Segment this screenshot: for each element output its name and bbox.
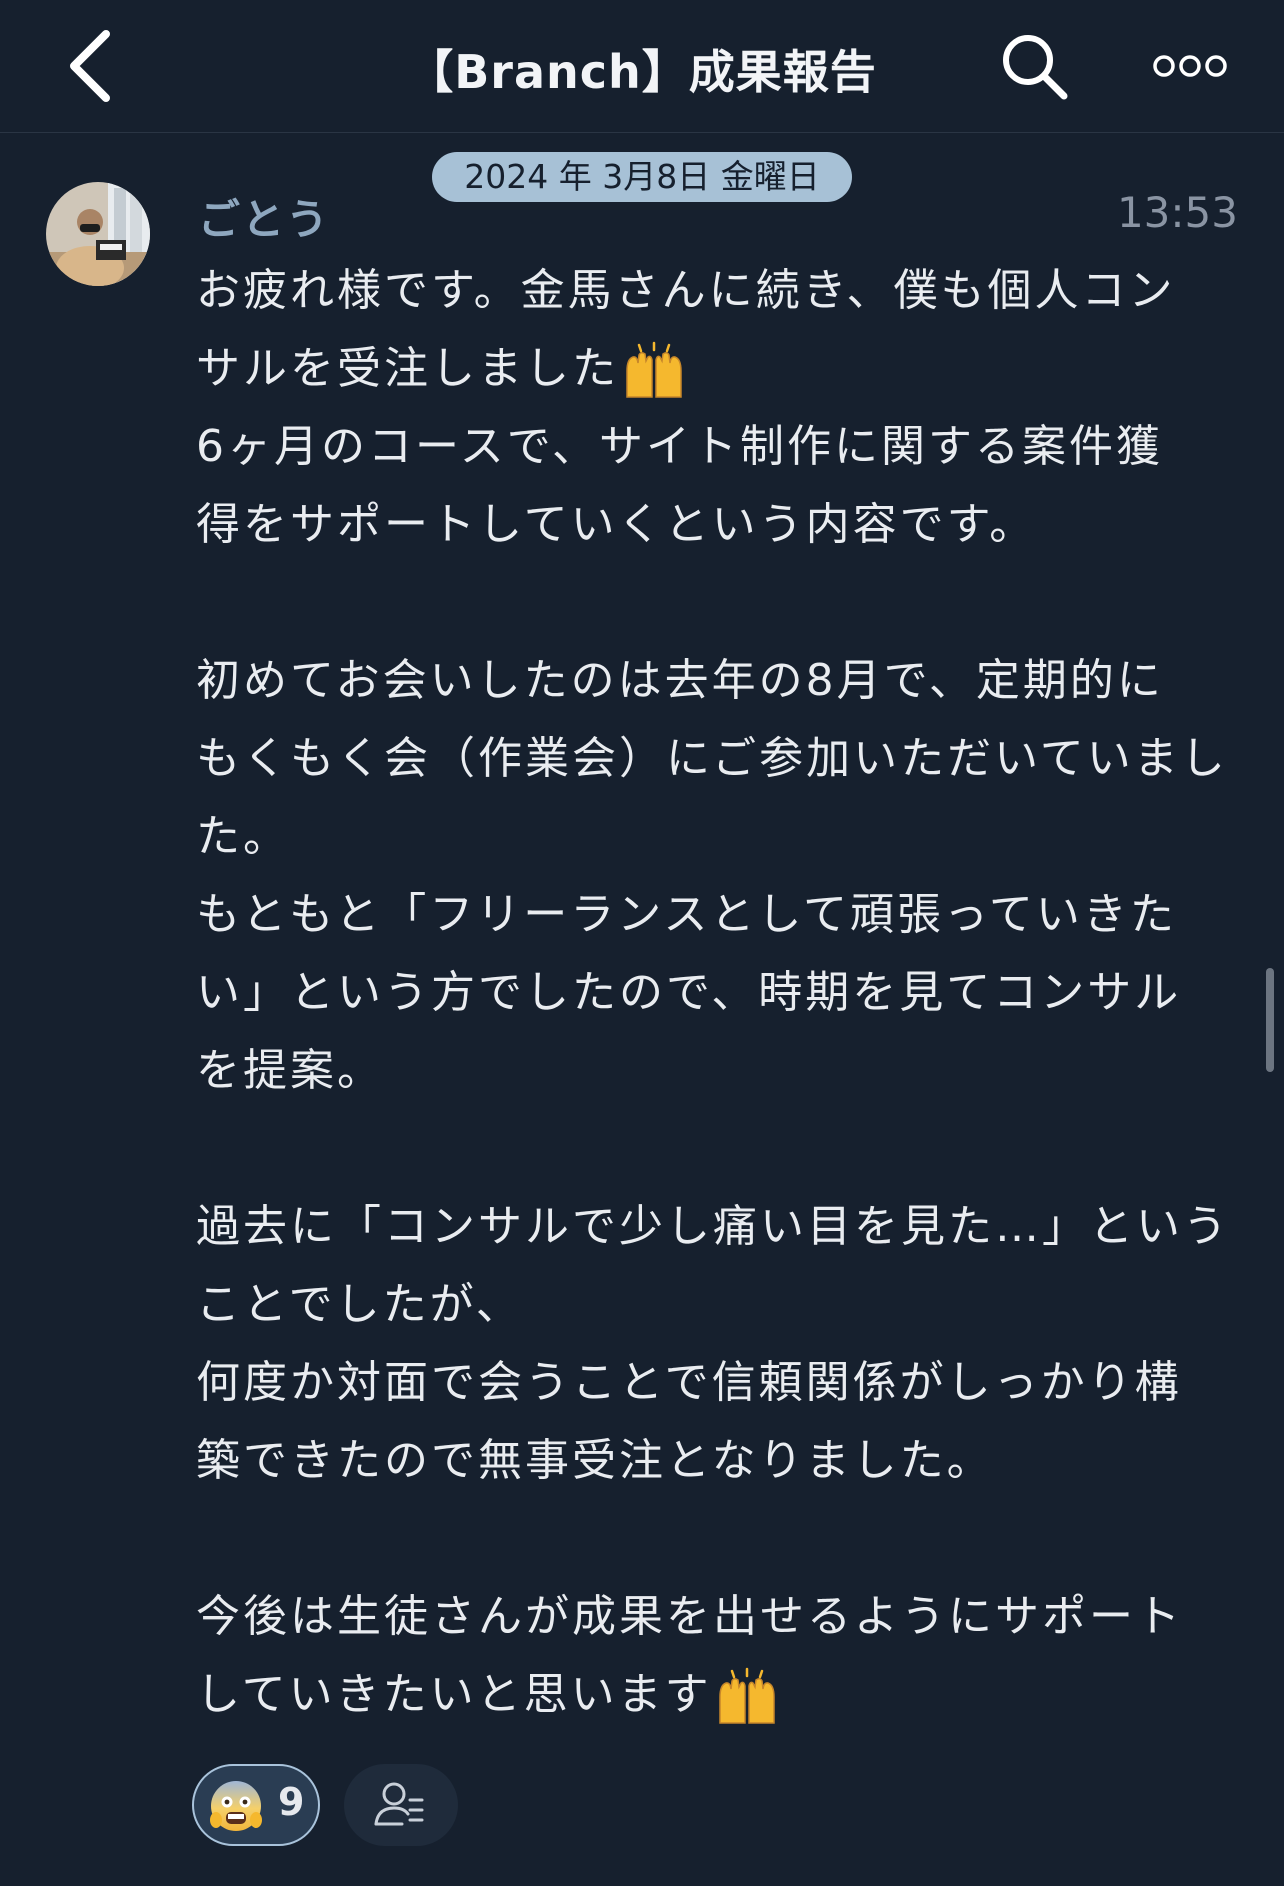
message-line: していきたいと思います bbox=[196, 1656, 1226, 1734]
top-bar: 【Branch】成果報告 bbox=[0, 0, 1284, 133]
raising-hands-icon bbox=[626, 341, 682, 398]
message-line: た。 bbox=[196, 811, 290, 862]
message-line: い」という方でしたので、時期を見てコンサル bbox=[196, 967, 1182, 1018]
message-line: もくもく会（作業会）にご参加いただいていまし bbox=[196, 733, 1228, 784]
scrollbar-thumb[interactable] bbox=[1266, 968, 1274, 1072]
message-body: お疲れ様です。金馬さんに続き、僕も個人コン サルを受注しました 6ヶ月のコースで… bbox=[196, 252, 1230, 1734]
raising-hands-icon bbox=[718, 1667, 775, 1724]
search-icon bbox=[1003, 35, 1068, 100]
message-line: 今後は生徒さんが成果を出せるようにサポート bbox=[196, 1591, 1183, 1642]
message-line: もともと「フリーランスとして頑張っていきた bbox=[196, 889, 1177, 940]
avatar[interactable] bbox=[46, 182, 150, 286]
chat-title: 【Branch】成果報告 bbox=[407, 45, 877, 99]
message-line: ことでしたが、 bbox=[196, 1279, 523, 1330]
message-line: 得をサポートしていくという内容です。 bbox=[196, 499, 1037, 550]
read-status-button[interactable] bbox=[344, 1764, 458, 1846]
message-time: 13:53 bbox=[1116, 188, 1238, 237]
message-line: サルを受注しました bbox=[196, 330, 1226, 408]
search-button[interactable] bbox=[996, 28, 1072, 104]
sender-name[interactable]: ごとう bbox=[198, 186, 330, 247]
message-line: お疲れ様です。金馬さんに続き、僕も個人コン bbox=[196, 265, 1176, 316]
more-options-button[interactable] bbox=[1152, 44, 1228, 88]
message-line: 何度か対面で会うことで信頼関係がしっかり構 bbox=[196, 1357, 1182, 1408]
more-dots-icon bbox=[1153, 55, 1227, 77]
reaction-button[interactable]: 9 bbox=[192, 1764, 320, 1846]
read-by-person-icon bbox=[374, 1782, 424, 1826]
message-line: 初めてお会いしたのは去年の8月で、定期的に bbox=[196, 655, 1164, 706]
scared-face-icon bbox=[210, 1781, 262, 1831]
message-line: 過去に「コンサルで少し痛い目を見た…」という bbox=[196, 1201, 1230, 1252]
message-line: 6ヶ月のコースで、サイト制作に関する案件獲 bbox=[196, 421, 1164, 472]
message-line: を提案。 bbox=[196, 1045, 384, 1096]
date-separator: 2024 年 3月8日 金曜日 bbox=[432, 152, 852, 202]
message-line: 築できたので無事受注となりました。 bbox=[196, 1435, 994, 1486]
reaction-count: 9 bbox=[278, 1780, 305, 1824]
